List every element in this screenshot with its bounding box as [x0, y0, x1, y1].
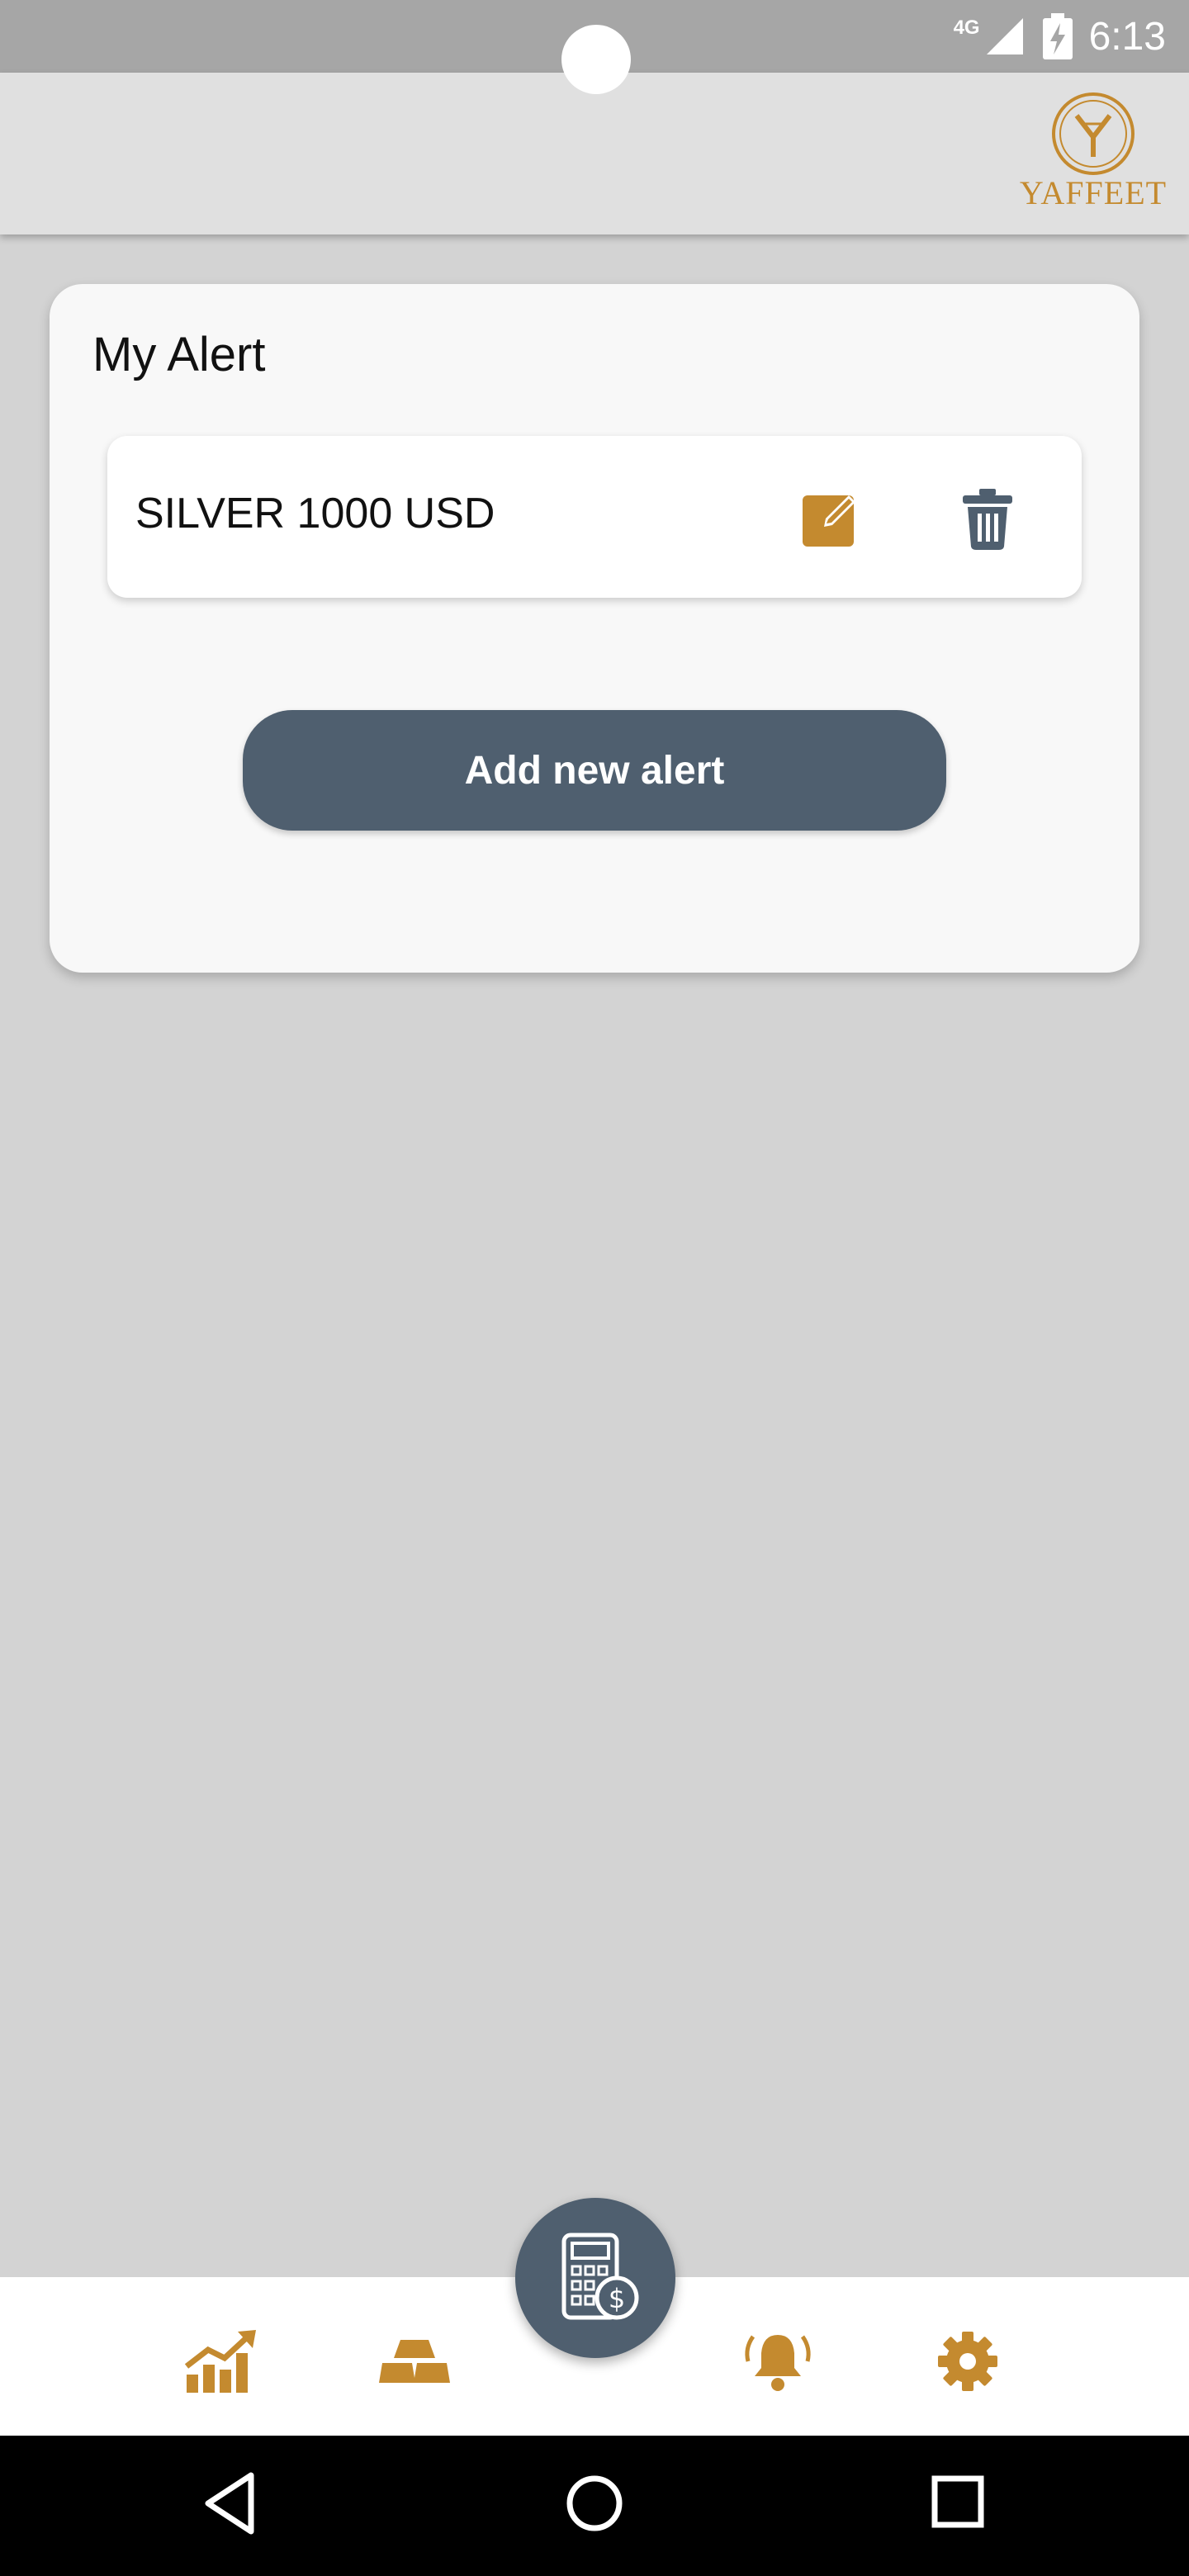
battery-charging-icon — [1042, 13, 1073, 59]
gear-icon — [938, 2332, 997, 2391]
signal-icon — [986, 18, 1023, 54]
calculator-fab[interactable]: $ — [515, 2198, 675, 2358]
network-type-label: 4G — [953, 17, 980, 39]
chart-up-icon — [184, 2330, 256, 2393]
edit-icon — [803, 495, 855, 547]
alert-list-item: SILVER 1000 USD — [107, 436, 1082, 598]
card-title: My Alert — [92, 328, 266, 381]
my-alert-card: My Alert SILVER 1000 USD Add new alert — [50, 284, 1139, 973]
nav-chart-tab[interactable] — [172, 2312, 271, 2411]
trash-icon — [963, 489, 1012, 550]
status-indicators: 4G 6:13 — [954, 7, 1166, 66]
system-nav-bar — [0, 2436, 1189, 2576]
gold-bars-icon — [379, 2340, 450, 2383]
nav-gold-tab[interactable] — [365, 2312, 464, 2411]
nav-settings-tab[interactable] — [918, 2312, 1017, 2411]
status-clock: 6:13 — [1088, 14, 1166, 59]
nav-alerts-tab[interactable] — [728, 2312, 827, 2411]
svg-text:$: $ — [609, 2283, 625, 2314]
bell-ringing-icon — [745, 2335, 811, 2391]
add-new-alert-button[interactable]: Add new alert — [243, 710, 946, 831]
brand-logo: YAFFEET — [1019, 91, 1168, 215]
home-icon[interactable] — [563, 2472, 626, 2535]
brand-name: YAFFEET — [1019, 174, 1168, 211]
edit-alert-button[interactable] — [798, 485, 864, 552]
app-bar — [0, 73, 1189, 234]
alert-label: SILVER 1000 USD — [135, 490, 495, 537]
yaffeet-logo-icon — [1052, 92, 1135, 175]
recents-icon[interactable] — [930, 2474, 988, 2531]
back-icon[interactable] — [201, 2470, 259, 2536]
camera-cutout — [561, 25, 631, 94]
calculator-dollar-icon: $ — [561, 2233, 639, 2320]
delete-alert-button[interactable] — [955, 485, 1021, 552]
